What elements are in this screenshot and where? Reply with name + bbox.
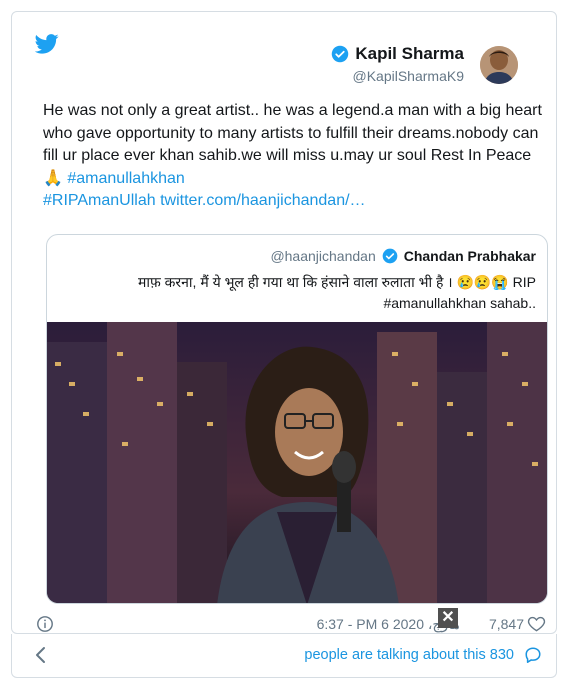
quoted-tweet-header: @haanjichandan Chandan Prabhakar	[270, 248, 536, 264]
author-name[interactable]: Kapil Sharma	[355, 44, 464, 64]
author-handle[interactable]: @KapilSharmaK9	[331, 68, 465, 84]
verified-badge-icon	[382, 248, 398, 264]
quoted-name: Chandan Prabhakar	[403, 248, 536, 264]
tweet-embed-card: Kapil Sharma @KapilSharmaK9 He was not o…	[11, 11, 557, 634]
twitter-bird-icon[interactable]	[35, 34, 59, 54]
tweet-footer-bar: people are talking about this 830	[11, 634, 557, 678]
quoted-tweet-link[interactable]: twitter.com/haanjichandan/…	[160, 192, 365, 209]
avatar[interactable]	[480, 46, 518, 84]
hashtag-link[interactable]: #amanullahkhan	[67, 170, 184, 187]
info-icon[interactable]	[36, 615, 54, 633]
quoted-tweet[interactable]: @haanjichandan Chandan Prabhakar माफ़ कर…	[46, 234, 548, 604]
verified-badge-icon	[332, 45, 349, 63]
comment-bubble-icon[interactable]	[524, 646, 542, 664]
chevron-left-icon[interactable]	[34, 646, 48, 664]
people-talking-link[interactable]: people are talking about this 830	[304, 647, 514, 663]
like-count[interactable]: 7,847	[489, 616, 524, 632]
quoted-handle: @haanjichandan	[270, 248, 376, 264]
hashtag-link[interactable]: #RIPAmanUllah	[43, 192, 156, 209]
quoted-tweet-text: माफ़ करना, मैं ये भूल ही गया था कि हंसान…	[137, 274, 536, 311]
close-icon[interactable]: ✕	[438, 608, 458, 628]
tweet-text: He was not only a great artist.. he was …	[43, 100, 548, 213]
tweet-author[interactable]: Kapil Sharma @KapilSharmaK9	[331, 44, 464, 84]
quoted-tweet-photo[interactable]	[47, 322, 548, 604]
heart-icon[interactable]	[527, 614, 546, 633]
tweet-meta-row: 6:37 - PM 6 مارچ، 2020 ✕ 7,847	[36, 608, 546, 636]
